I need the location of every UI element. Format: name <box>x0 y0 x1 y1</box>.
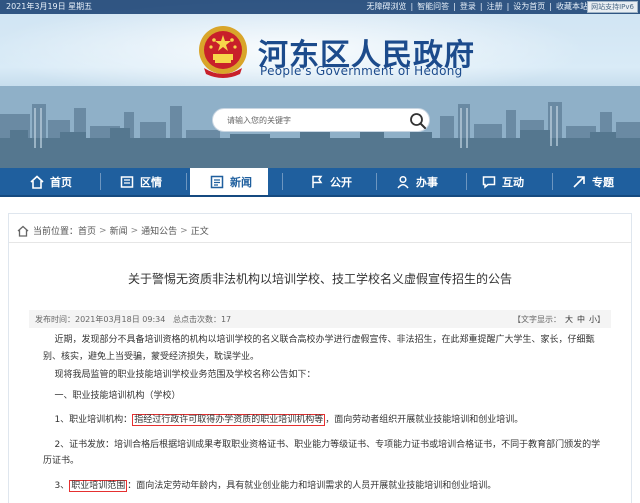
header-banner: 2021年3月19日 星期五 无障碍浏览 | 智能问答 | 登录 | 注册 | 设为首页 | 收藏本… <box>0 0 640 168</box>
font-size-small[interactable]: 小 <box>589 315 597 324</box>
main-nav: 首页 区情 新闻 公开 办事 互动 专题 <box>0 168 640 197</box>
paragraph: 近期，发现部分不具备培训资格的机构以培训学校的名义联合高校办学进行虚假宣传、非法… <box>54 335 595 345</box>
font-size-label: 【文字显示： <box>513 315 561 324</box>
paragraph: 现将我局监管的职业技能培训学校业务范围及学校名称公告如下： <box>54 370 316 380</box>
breadcrumb-divider <box>9 242 631 243</box>
nav-divider <box>100 173 101 190</box>
home-icon <box>30 174 44 189</box>
font-size-medium[interactable]: 中 <box>577 315 585 324</box>
location-home-icon <box>17 225 29 237</box>
current-date: 2021年3月19日 星期五 <box>6 2 93 11</box>
bookmark-link[interactable]: 收藏本站 <box>556 2 588 11</box>
nav-divider <box>376 173 377 190</box>
nav-item-interaction[interactable]: 互动 <box>482 168 524 195</box>
paragraph: 别、核实，避免上当受骗，蒙受经济损失，耽误学业。 <box>43 351 260 362</box>
font-size-large[interactable]: 大 <box>565 315 573 324</box>
breadcrumb-prefix: 当前位置： <box>33 227 79 237</box>
login-link[interactable]: 登录 <box>460 2 476 11</box>
article-title: 关于警惕无资质非法机构以培训学校、技工学校名义虚假宣传招生的公告 <box>127 272 512 286</box>
breadcrumb-current: 正文 <box>190 227 209 237</box>
nav-item-services[interactable]: 办事 <box>396 168 438 195</box>
nav-item-topics[interactable]: 专题 <box>572 168 614 195</box>
nav-divider <box>282 173 283 190</box>
article-meta-bar: 发布时间：2021年03月18日 09:34 总点击次数：17 【文字显示： 大中… <box>29 310 611 328</box>
search-icon[interactable] <box>409 112 427 130</box>
breadcrumb-news[interactable]: 新闻 <box>110 224 128 237</box>
breadcrumb-home[interactable]: 首页 <box>78 224 96 237</box>
paragraph: 2、证书发放：培训合格后根据培训成果考取职业资格证书、职业能力等级证书、专项能力… <box>54 439 601 450</box>
national-emblem-icon <box>199 26 247 78</box>
highlighted-text: 职业培训范围 <box>69 479 128 492</box>
article-container: 当前位置： 首页 > 新闻 > 通知公告 > 正文 关于警惕无资质非法机构以培训… <box>8 213 632 503</box>
flag-icon <box>312 175 323 188</box>
breadcrumb: 当前位置： 首页 > 新闻 > 通知公告 > 正文 <box>17 224 209 237</box>
news-icon <box>210 175 224 188</box>
map-icon <box>120 175 134 188</box>
nav-divider <box>552 173 553 190</box>
paragraph: 1、职业培训机构： 指经过行政许可取得办学资质的职业培训机构等 ，面向劳动者组织开展… <box>54 414 524 426</box>
breadcrumb-notices[interactable]: 通知公告 <box>141 224 177 237</box>
search-input[interactable] <box>227 114 397 127</box>
breadcrumb-separator: > <box>99 225 107 236</box>
accessibility-link[interactable]: 无障碍浏览 <box>366 2 406 11</box>
nav-item-district[interactable]: 区情 <box>120 168 162 195</box>
view-count: 总点击次数：17 <box>172 315 232 324</box>
ipv6-badge: 网站支持IPv6 <box>587 1 638 13</box>
person-icon <box>397 175 409 188</box>
smart-qa-link[interactable]: 智能问答 <box>417 2 449 11</box>
site-subtitle: People's Government of Hedong <box>260 64 463 78</box>
breadcrumb-separator: > <box>180 225 188 236</box>
top-utility-bar: 2021年3月19日 星期五 无障碍浏览 | 智能问答 | 登录 | 注册 | 设为首页 | 收藏本… <box>0 0 640 14</box>
article-meta: 发布时间：2021年03月18日 09:34 总点击次数：17 <box>35 314 231 325</box>
set-homepage-link[interactable]: 设为首页 <box>513 2 545 11</box>
paragraph: 一、职业技能培训机构（学校） <box>54 390 181 401</box>
paragraph: 3、 职业培训范围 ：面向法定劳动年龄内，具有就业创业能力和培训需求的人员开展就业技… <box>54 479 497 492</box>
font-size-end: 】 <box>597 315 605 324</box>
nav-item-public[interactable]: 公开 <box>310 168 352 195</box>
utility-links: 无障碍浏览 | 智能问答 | 登录 | 注册 | 设为首页 | 收藏本站 <box>366 2 588 11</box>
nav-item-news[interactable]: 新闻 <box>190 168 268 195</box>
font-size-controls: 【文字显示： 大中小】 <box>513 314 605 325</box>
nav-divider <box>186 173 187 190</box>
nav-divider <box>466 173 467 190</box>
topic-icon <box>573 175 585 188</box>
chat-icon <box>482 175 496 189</box>
register-link[interactable]: 注册 <box>487 2 503 11</box>
article-body: 近期，发现部分不具备培训资格的机构以培训学校的名义联合高校办学进行虚假宣传、非法… <box>43 332 605 494</box>
highlighted-text: 指经过行政许可取得办学资质的职业培训机构等 <box>132 414 326 426</box>
paragraph: 历证书。 <box>43 456 80 466</box>
publish-time: 发布时间：2021年03月18日 09:34 <box>35 315 166 324</box>
search-box <box>212 108 430 132</box>
breadcrumb-separator: > <box>130 225 139 236</box>
nav-item-home[interactable]: 首页 <box>30 168 72 195</box>
